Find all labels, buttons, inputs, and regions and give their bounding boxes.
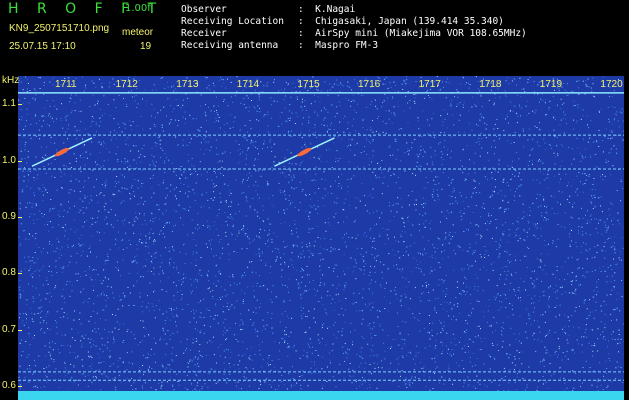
x-tick-label: 1712 — [115, 79, 138, 90]
location-value: : Chigasaki, Japan (139.414 35.340) — [298, 16, 504, 27]
x-tick-label: 1715 — [297, 79, 320, 90]
date-time: 25.07.15 17:10 — [9, 41, 76, 52]
y-tick-mark — [18, 329, 22, 331]
x-tick-label: 1720 — [600, 79, 623, 90]
spectrogram-canvas — [18, 76, 624, 400]
bottom-noise-band — [18, 391, 624, 400]
antenna-value: : Maspro FM-3 — [298, 40, 379, 51]
file-name: KN9_2507151710.png — [9, 23, 110, 34]
x-tick-label: 1717 — [418, 79, 441, 90]
app-version: 1.00f — [125, 3, 151, 14]
y-tick-label: 0.9 — [2, 210, 16, 222]
receiver-label: Receiver — [181, 28, 227, 39]
meteor-echo-head — [54, 147, 70, 157]
y-tick-label: 0.6 — [2, 379, 16, 391]
y-tick-mark — [18, 104, 22, 106]
meteor-count: 19 — [140, 41, 152, 52]
meteor-echo-head — [297, 147, 312, 157]
antenna-label: Receiving antenna — [181, 40, 279, 51]
observer-value: : K.Nagai — [298, 4, 356, 15]
y-tick-mark — [18, 385, 22, 387]
y-axis-unit: kHz — [2, 75, 20, 86]
y-tick-mark — [18, 273, 22, 275]
x-tick-label: 1718 — [479, 79, 502, 90]
y-tick-mark — [18, 216, 22, 218]
y-tick-label: 1.1 — [2, 98, 16, 110]
y-tick-label: 0.7 — [2, 323, 16, 335]
noise-texture — [18, 76, 624, 400]
x-tick-label: 1716 — [358, 79, 381, 90]
receiver-value: : AirSpy mini (Miakejima VOR 108.65MHz) — [298, 28, 527, 39]
meteor-label: meteor — [122, 27, 154, 38]
y-tick-mark — [18, 160, 22, 162]
location-label: Receiving Location — [181, 16, 284, 27]
x-tick-label: 1714 — [236, 79, 260, 90]
y-tick-label: 1.0 — [2, 154, 16, 166]
x-tick-label: 1719 — [539, 79, 563, 90]
spectrogram-plot — [18, 76, 624, 400]
header-panel: H R O F F T 1.00f KN9_2507151710.png met… — [0, 0, 629, 76]
x-tick-label: 1713 — [176, 79, 199, 90]
observer-label: Observer — [181, 4, 227, 15]
x-tick-label: 1711 — [55, 79, 77, 90]
y-tick-label: 0.8 — [2, 267, 16, 279]
